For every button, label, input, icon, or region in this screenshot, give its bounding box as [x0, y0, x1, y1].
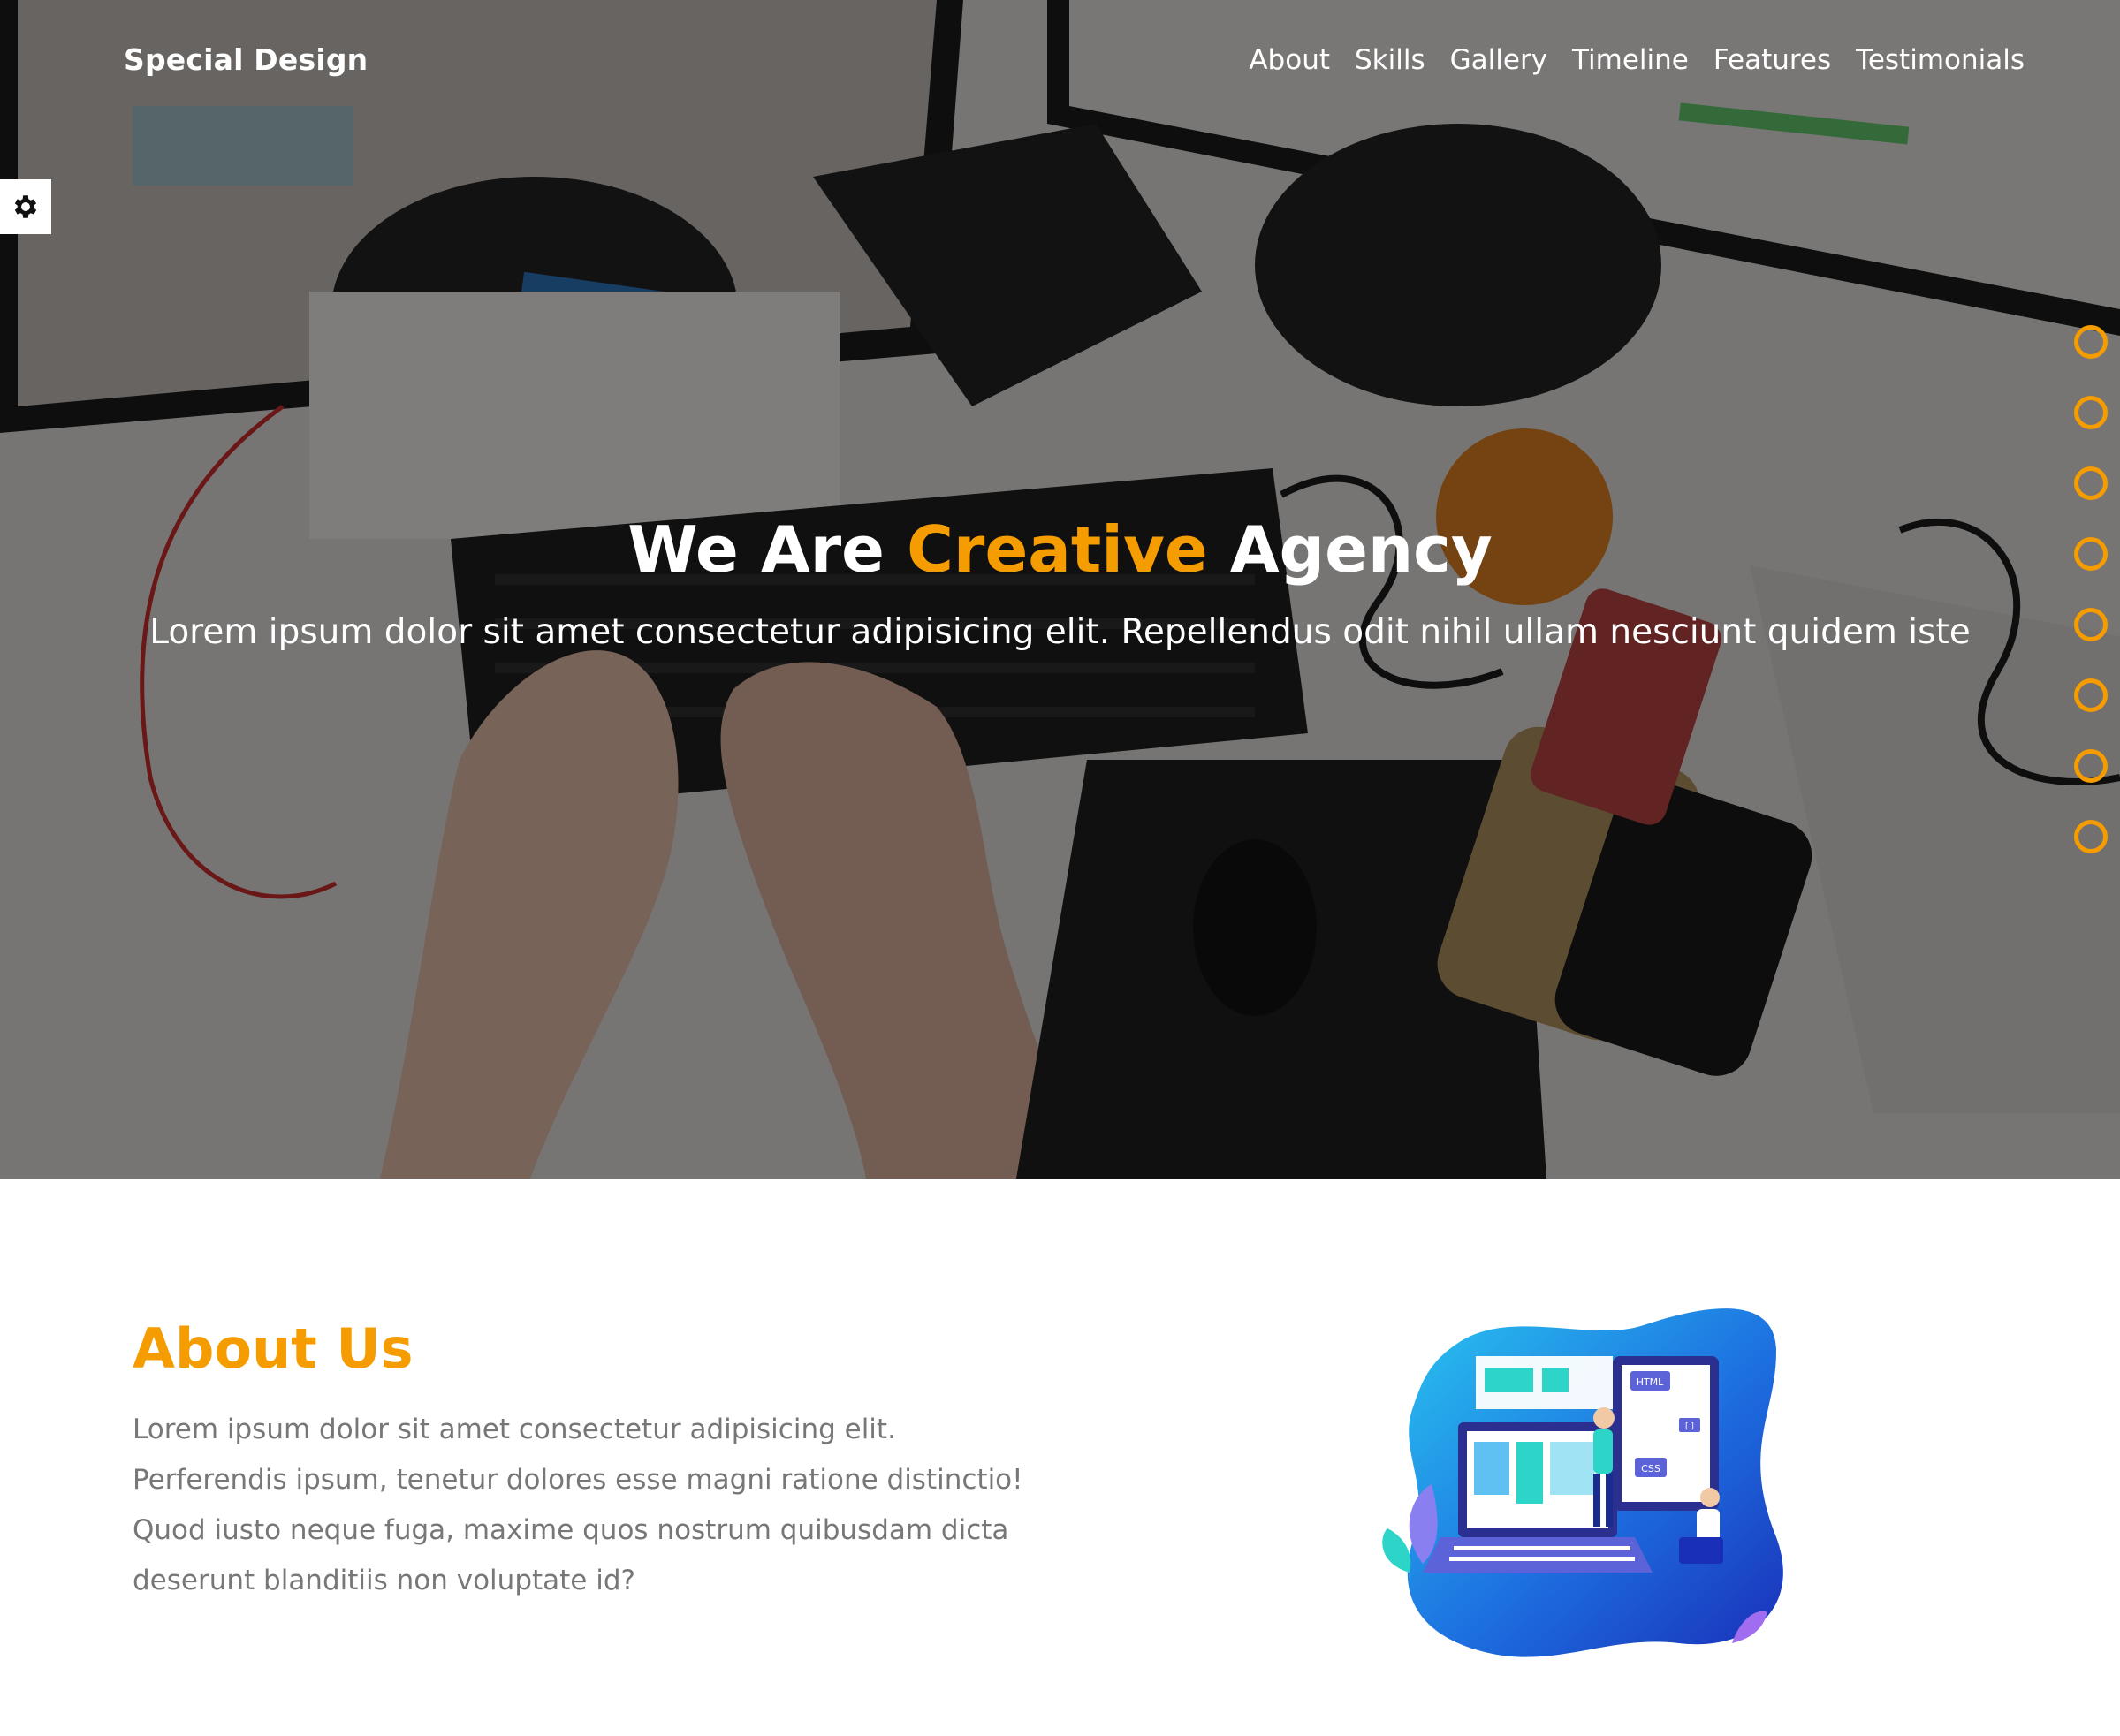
bullet-about[interactable]	[2074, 325, 2108, 359]
bullet-skills[interactable]	[2074, 396, 2108, 429]
nav-link-features[interactable]: Features	[1713, 44, 1831, 76]
bullet-contact[interactable]	[2074, 820, 2108, 853]
about-title: About Us	[133, 1316, 414, 1381]
landing-section: Special Design About Skills Gallery Time…	[0, 0, 2120, 1179]
illustration-html-label: HTML	[1637, 1376, 1664, 1388]
bullet-testimonials[interactable]	[2074, 678, 2108, 712]
nav-link-about[interactable]: About	[1249, 44, 1330, 76]
nav-link-skills[interactable]: Skills	[1355, 44, 1425, 76]
hero-title-start: We Are	[627, 512, 885, 587]
about-text: Lorem ipsum dolor sit amet consectetur a…	[133, 1414, 1023, 1596]
illustration-css-label: CSS	[1641, 1463, 1660, 1474]
bullet-gallery[interactable]	[2074, 466, 2108, 500]
gear-icon	[14, 195, 37, 218]
hero-subtitle: Lorem ipsum dolor sit amet consectetur a…	[149, 612, 1971, 652]
hero-title-accent: Creative	[907, 512, 1208, 587]
nav-link-testimonials[interactable]: Testimonials	[1856, 44, 2025, 76]
section-bullets	[2074, 325, 2109, 891]
nav-link-gallery[interactable]: Gallery	[1450, 44, 1547, 76]
illustration-brackets-label: [ ]	[1685, 1422, 1694, 1431]
nav-link-timeline[interactable]: Timeline	[1572, 44, 1689, 76]
hero-title: We Are Creative Agency	[0, 512, 2120, 587]
hero-title-end: Agency	[1229, 512, 1493, 587]
main-nav: About Skills Gallery Timeline Features T…	[1224, 44, 2025, 76]
site-logo[interactable]: Special Design	[124, 42, 368, 77]
web-development-illustration: HTML [ ] CSS	[1382, 1308, 1783, 1657]
settings-toggle-button[interactable]	[0, 179, 51, 234]
hero-overlay	[0, 0, 2120, 1179]
bullet-pricing[interactable]	[2074, 749, 2108, 783]
